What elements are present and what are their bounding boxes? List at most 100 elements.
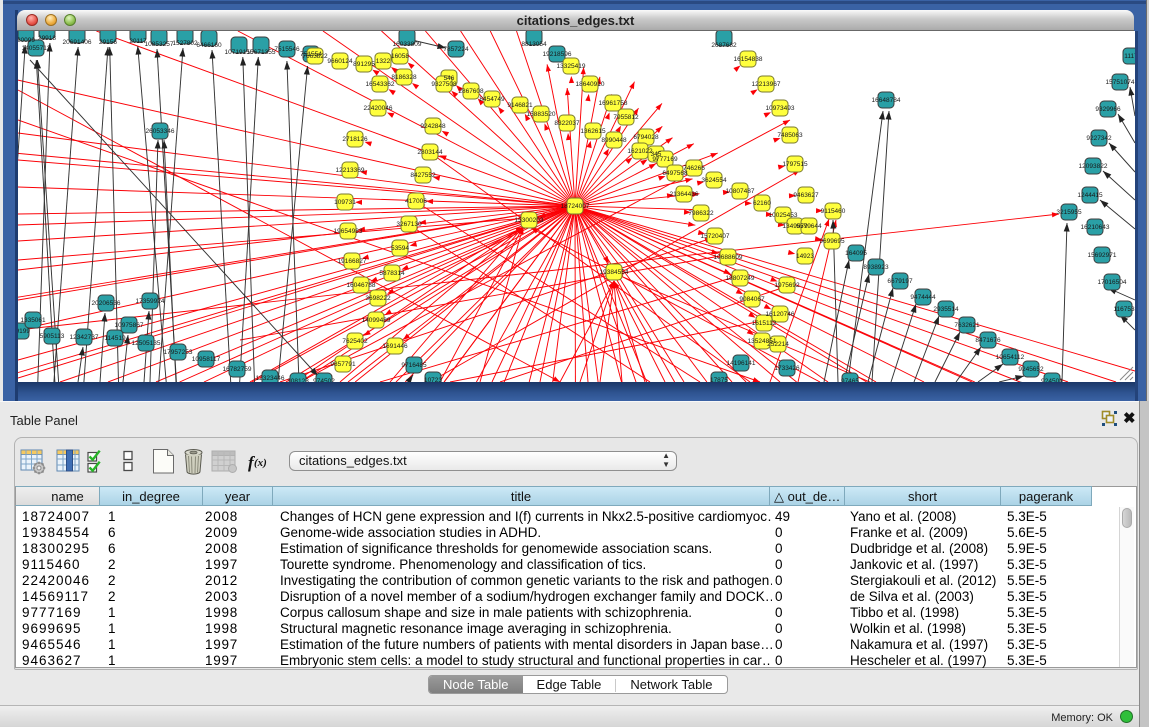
svg-text:14055713: 14055713: [22, 45, 51, 52]
svg-text:21364436: 21364436: [670, 191, 699, 198]
svg-text:6794028: 6794028: [633, 134, 659, 141]
svg-text:109731: 109731: [334, 199, 356, 206]
svg-text:62160: 62160: [753, 200, 771, 207]
svg-text:26053346: 26053346: [146, 128, 175, 135]
svg-text:3624554: 3624554: [701, 177, 727, 184]
svg-text:8990448: 8990448: [601, 137, 627, 144]
svg-text:9084067: 9084067: [739, 296, 765, 303]
svg-text:16046788: 16046788: [347, 282, 376, 289]
svg-text:20691406: 20691406: [63, 39, 92, 46]
svg-text:3698222: 3698222: [365, 295, 391, 302]
svg-text:10654112: 10654112: [996, 354, 1025, 361]
svg-text:9660124: 9660124: [327, 58, 353, 65]
svg-text:8322037: 8322037: [554, 120, 580, 127]
svg-text:22420046: 22420046: [364, 105, 393, 112]
svg-text:14923: 14923: [796, 253, 814, 260]
svg-text:1335061: 1335061: [20, 317, 46, 324]
svg-text:20206536: 20206536: [92, 300, 121, 307]
svg-text:10975867: 10975867: [115, 322, 144, 329]
svg-text:20099: 20099: [18, 37, 35, 44]
svg-text:9579644: 9579644: [796, 223, 822, 230]
svg-text:9699695: 9699695: [819, 238, 845, 245]
svg-text:5905113: 5905113: [40, 333, 65, 340]
svg-text:252214: 252214: [767, 341, 789, 348]
svg-text:9329966: 9329966: [1095, 106, 1121, 113]
svg-text:12505135: 12505135: [132, 340, 161, 347]
svg-text:19166827: 19166827: [338, 258, 367, 265]
svg-text:14196141: 14196141: [727, 360, 756, 367]
svg-text:16154838: 16154838: [734, 56, 763, 63]
svg-text:9463627: 9463627: [793, 192, 819, 199]
svg-text:17957253: 17957253: [164, 349, 193, 356]
svg-text:29156: 29156: [99, 39, 117, 46]
svg-text:10671355: 10671355: [247, 49, 276, 56]
svg-text:18724007: 18724007: [561, 203, 590, 210]
svg-text:2803144: 2803144: [417, 149, 443, 156]
svg-text:891295: 891295: [353, 61, 375, 68]
svg-text:1691446: 1691446: [382, 343, 408, 350]
svg-text:17359924: 17359924: [136, 298, 165, 305]
svg-text:16543362: 16543362: [366, 81, 395, 88]
svg-text:9146821: 9146821: [507, 102, 533, 109]
svg-text:10958117: 10958117: [192, 356, 221, 363]
svg-text:8427552: 8427552: [410, 172, 436, 179]
svg-text:7485063: 7485063: [777, 132, 803, 139]
svg-text:10807487: 10807487: [726, 188, 755, 195]
svg-text:2935514: 2935514: [933, 306, 959, 313]
svg-text:1244415: 1244415: [1077, 192, 1103, 199]
svg-text:12093822: 12093822: [1079, 163, 1108, 170]
svg-text:5878314: 5878314: [379, 270, 405, 277]
svg-text:1975692: 1975692: [774, 282, 800, 289]
svg-text:114519: 114519: [104, 335, 126, 342]
svg-text:14099489: 14099489: [362, 317, 391, 324]
svg-text:417006: 417006: [405, 198, 427, 205]
svg-text:1621022: 1621022: [627, 148, 653, 155]
svg-text:10853257: 10853257: [145, 41, 174, 48]
svg-text:7857224: 7857224: [443, 46, 469, 53]
svg-text:8454749: 8454749: [479, 96, 505, 103]
svg-text:15720407: 15720407: [701, 233, 730, 240]
svg-text:19654983: 19654983: [334, 228, 363, 235]
svg-text:16782759: 16782759: [223, 366, 252, 373]
svg-text:7663822: 7663822: [302, 53, 328, 60]
svg-text:16058: 16058: [391, 53, 409, 60]
svg-text:9474444: 9474444: [910, 294, 936, 301]
svg-text:2867608: 2867608: [458, 88, 484, 95]
svg-text:12323446: 12323446: [256, 375, 285, 382]
svg-text:15883520: 15883520: [527, 111, 556, 118]
svg-text:9245652: 9245652: [1018, 366, 1044, 373]
svg-text:(x): (x): [254, 457, 267, 469]
svg-text:10973493: 10973493: [766, 105, 795, 112]
svg-text:6497568: 6497568: [662, 170, 688, 177]
svg-text:12213967: 12213967: [752, 81, 781, 88]
svg-text:2718126: 2718126: [342, 136, 368, 143]
svg-text:3267130: 3267130: [396, 221, 422, 228]
svg-text:116753: 116753: [1113, 306, 1135, 313]
svg-text:15692971: 15692971: [1088, 252, 1117, 259]
svg-text:7625402: 7625402: [342, 338, 368, 345]
svg-text:7986322: 7986322: [688, 210, 714, 217]
svg-text:16961758: 16961758: [599, 100, 628, 107]
svg-text:18640910: 18640910: [576, 81, 605, 88]
svg-text:19384554: 19384554: [600, 269, 629, 276]
svg-text:1117: 1117: [1124, 53, 1135, 60]
svg-text:12342737: 12342737: [70, 334, 99, 341]
svg-text:1527802: 1527802: [172, 40, 198, 47]
svg-text:9777169: 9777169: [652, 156, 678, 163]
svg-text:19218596: 19218596: [543, 51, 572, 58]
svg-text:9242848: 9242848: [420, 123, 446, 130]
svg-text:1362615: 1362615: [580, 128, 606, 135]
svg-text:7955812: 7955812: [613, 114, 639, 121]
svg-text:16033809: 16033809: [393, 41, 422, 48]
svg-text:16210643: 16210643: [1081, 224, 1110, 231]
svg-text:1733426: 1733426: [774, 365, 800, 372]
svg-text:10025453: 10025453: [769, 212, 798, 219]
svg-text:53594: 53594: [391, 245, 409, 252]
svg-text:3215955: 3215955: [1056, 209, 1082, 216]
svg-text:39199: 39199: [18, 328, 30, 335]
svg-text:9227342: 9227342: [1086, 135, 1112, 142]
svg-text:8813054: 8813054: [521, 41, 547, 48]
svg-text:12213369: 12213369: [336, 167, 365, 174]
svg-text:16120746: 16120746: [766, 311, 795, 318]
svg-text:29918: 29918: [38, 35, 56, 42]
